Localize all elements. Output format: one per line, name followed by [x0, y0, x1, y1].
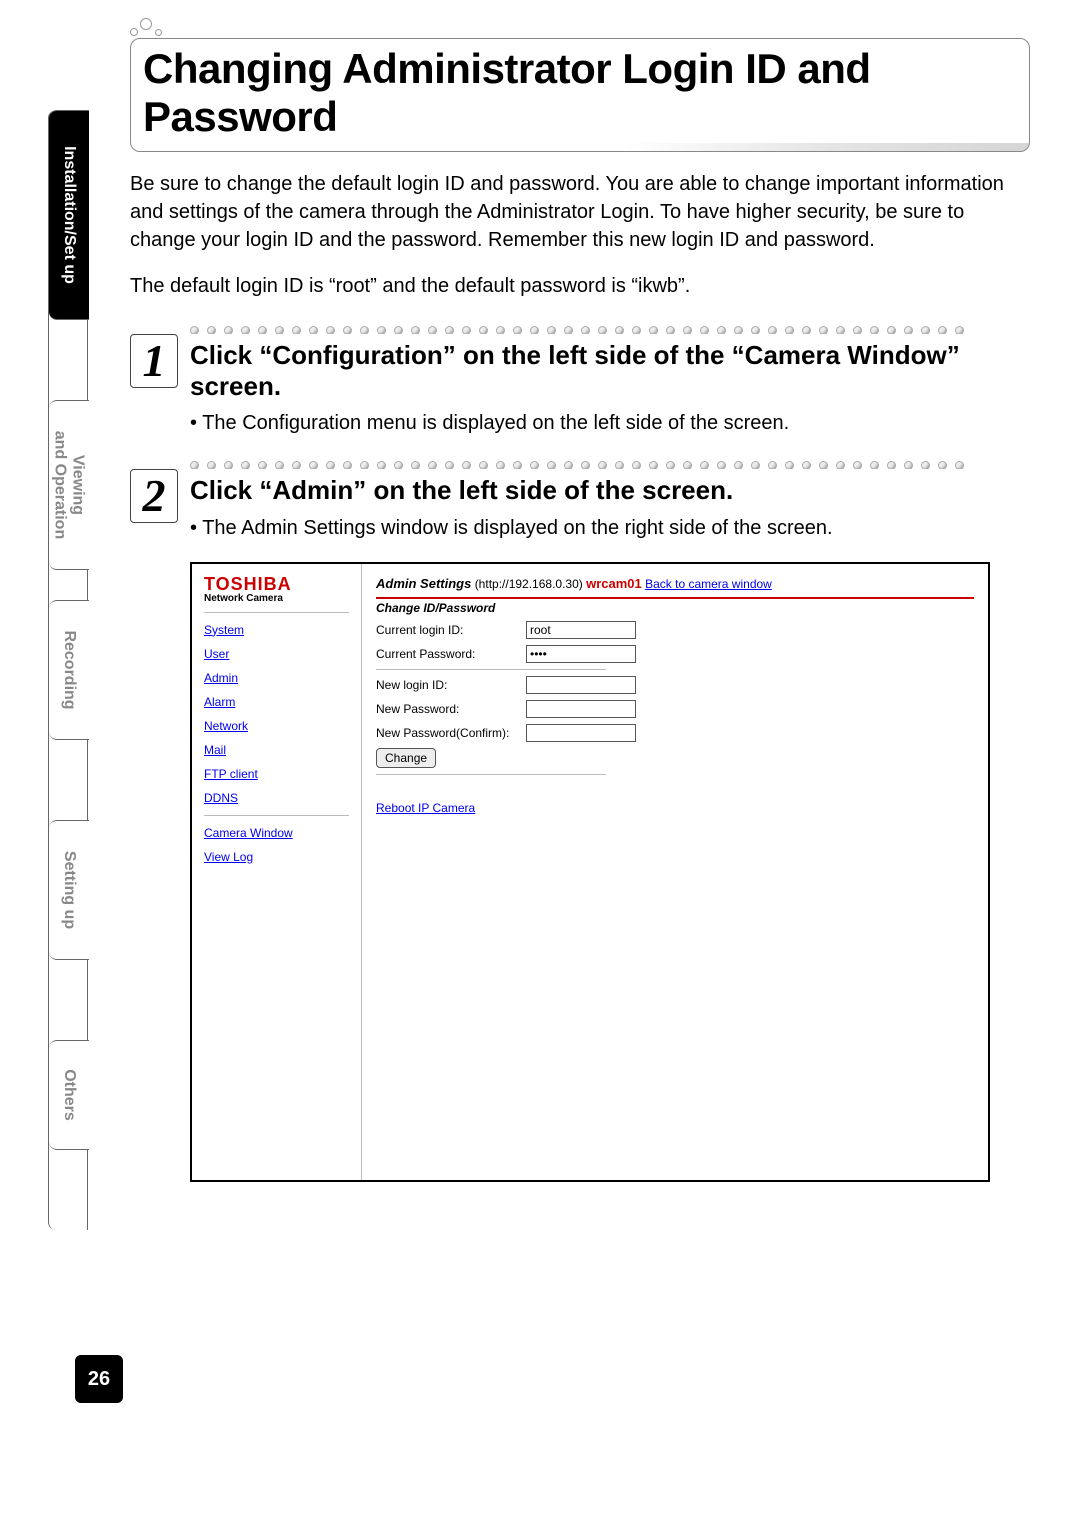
- row-current-pw: Current Password: ••••: [376, 645, 974, 663]
- nav-admin[interactable]: Admin: [204, 671, 349, 685]
- divider: [204, 612, 349, 613]
- step-1: 1 Click “Configuration” on the left side…: [130, 340, 1030, 435]
- tab-installation[interactable]: Installation/Set up: [49, 110, 89, 320]
- tab-setting-up[interactable]: Setting up: [49, 820, 89, 960]
- tab-others[interactable]: Others: [49, 1040, 89, 1150]
- step-divider-dots: [130, 322, 1030, 334]
- step-number: 1: [130, 334, 178, 388]
- tab-label: Viewingand Operation: [51, 431, 86, 539]
- divider: [376, 774, 606, 775]
- row-current-id: Current login ID: root: [376, 621, 974, 639]
- shot-camera-name: wrcam01: [586, 576, 642, 591]
- red-divider: [376, 597, 974, 599]
- step-title: Click “Configuration” on the left side o…: [190, 340, 1030, 402]
- shot-sidebar: TOSHIBA Network Camera System User Admin…: [192, 564, 362, 1180]
- page-title: Changing Administrator Login ID and Pass…: [143, 45, 1017, 141]
- new-pw2-label: New Password(Confirm):: [376, 726, 526, 740]
- shot-header: Admin Settings (http://192.168.0.30) wrc…: [376, 576, 974, 591]
- new-pw-confirm-input[interactable]: [526, 724, 636, 742]
- current-id-label: Current login ID:: [376, 623, 526, 637]
- nav-alarm[interactable]: Alarm: [204, 695, 349, 709]
- row-change-button: Change: [376, 748, 974, 768]
- nav-ddns[interactable]: DDNS: [204, 791, 349, 805]
- step-bullet: • The Admin Settings window is displayed…: [190, 517, 1030, 540]
- reboot-link[interactable]: Reboot IP Camera: [376, 801, 475, 815]
- reboot-row: Reboot IP Camera: [376, 801, 974, 815]
- nav-ftp[interactable]: FTP client: [204, 767, 349, 781]
- section-heading: Change ID/Password: [376, 601, 974, 615]
- tab-viewing[interactable]: Viewingand Operation: [49, 400, 89, 570]
- side-tab-rail: Installation/Set up Viewingand Operation…: [48, 110, 88, 1230]
- nav-view-log[interactable]: View Log: [204, 850, 349, 864]
- nav-user[interactable]: User: [204, 647, 349, 661]
- brand-logo: TOSHIBA: [204, 574, 349, 595]
- row-new-pw-confirm: New Password(Confirm):: [376, 724, 974, 742]
- intro-p2: The default login ID is “root” and the d…: [130, 272, 1030, 300]
- current-id-value: root: [526, 621, 636, 639]
- new-pw-input[interactable]: [526, 700, 636, 718]
- tab-label: Setting up: [60, 851, 78, 929]
- tab-recording[interactable]: Recording: [49, 600, 89, 740]
- step-title: Click “Admin” on the left side of the sc…: [190, 475, 1030, 506]
- step-number: 2: [130, 469, 178, 523]
- intro-text: Be sure to change the default login ID a…: [130, 170, 1030, 300]
- brand-subtitle: Network Camera: [204, 593, 349, 604]
- nav-system[interactable]: System: [204, 623, 349, 637]
- decorative-bubbles: [130, 18, 1030, 36]
- step-bullet: • The Configuration menu is displayed on…: [190, 412, 1030, 435]
- tab-label: Others: [60, 1069, 78, 1121]
- new-id-input[interactable]: [526, 676, 636, 694]
- page-number-badge: 26: [75, 1355, 123, 1403]
- intro-p1: Be sure to change the default login ID a…: [130, 170, 1030, 254]
- divider: [376, 669, 606, 670]
- new-id-label: New login ID:: [376, 678, 526, 692]
- nav-network[interactable]: Network: [204, 719, 349, 733]
- back-to-camera-link[interactable]: Back to camera window: [645, 577, 772, 591]
- step-divider-dots: [130, 457, 1030, 469]
- nav-camera-window[interactable]: Camera Window: [204, 826, 349, 840]
- admin-settings-screenshot: TOSHIBA Network Camera System User Admin…: [190, 562, 990, 1182]
- change-button[interactable]: Change: [376, 748, 436, 768]
- row-new-pw: New Password:: [376, 700, 974, 718]
- shot-title: Admin Settings: [376, 576, 471, 591]
- page-number: 26: [88, 1368, 110, 1391]
- divider: [204, 815, 349, 816]
- tab-label: Recording: [60, 630, 78, 709]
- nav-mail[interactable]: Mail: [204, 743, 349, 757]
- shot-main: Admin Settings (http://192.168.0.30) wrc…: [362, 564, 988, 1180]
- new-pw-label: New Password:: [376, 702, 526, 716]
- shot-nav: System User Admin Alarm Network Mail FTP…: [204, 623, 349, 864]
- step-2: 2 Click “Admin” on the left side of the …: [130, 475, 1030, 539]
- page-title-box: Changing Administrator Login ID and Pass…: [130, 38, 1030, 152]
- row-new-id: New login ID:: [376, 676, 974, 694]
- shot-url: (http://192.168.0.30): [475, 577, 583, 591]
- tab-label: Installation/Set up: [60, 146, 78, 284]
- current-pw-label: Current Password:: [376, 647, 526, 661]
- current-pw-value: ••••: [526, 645, 636, 663]
